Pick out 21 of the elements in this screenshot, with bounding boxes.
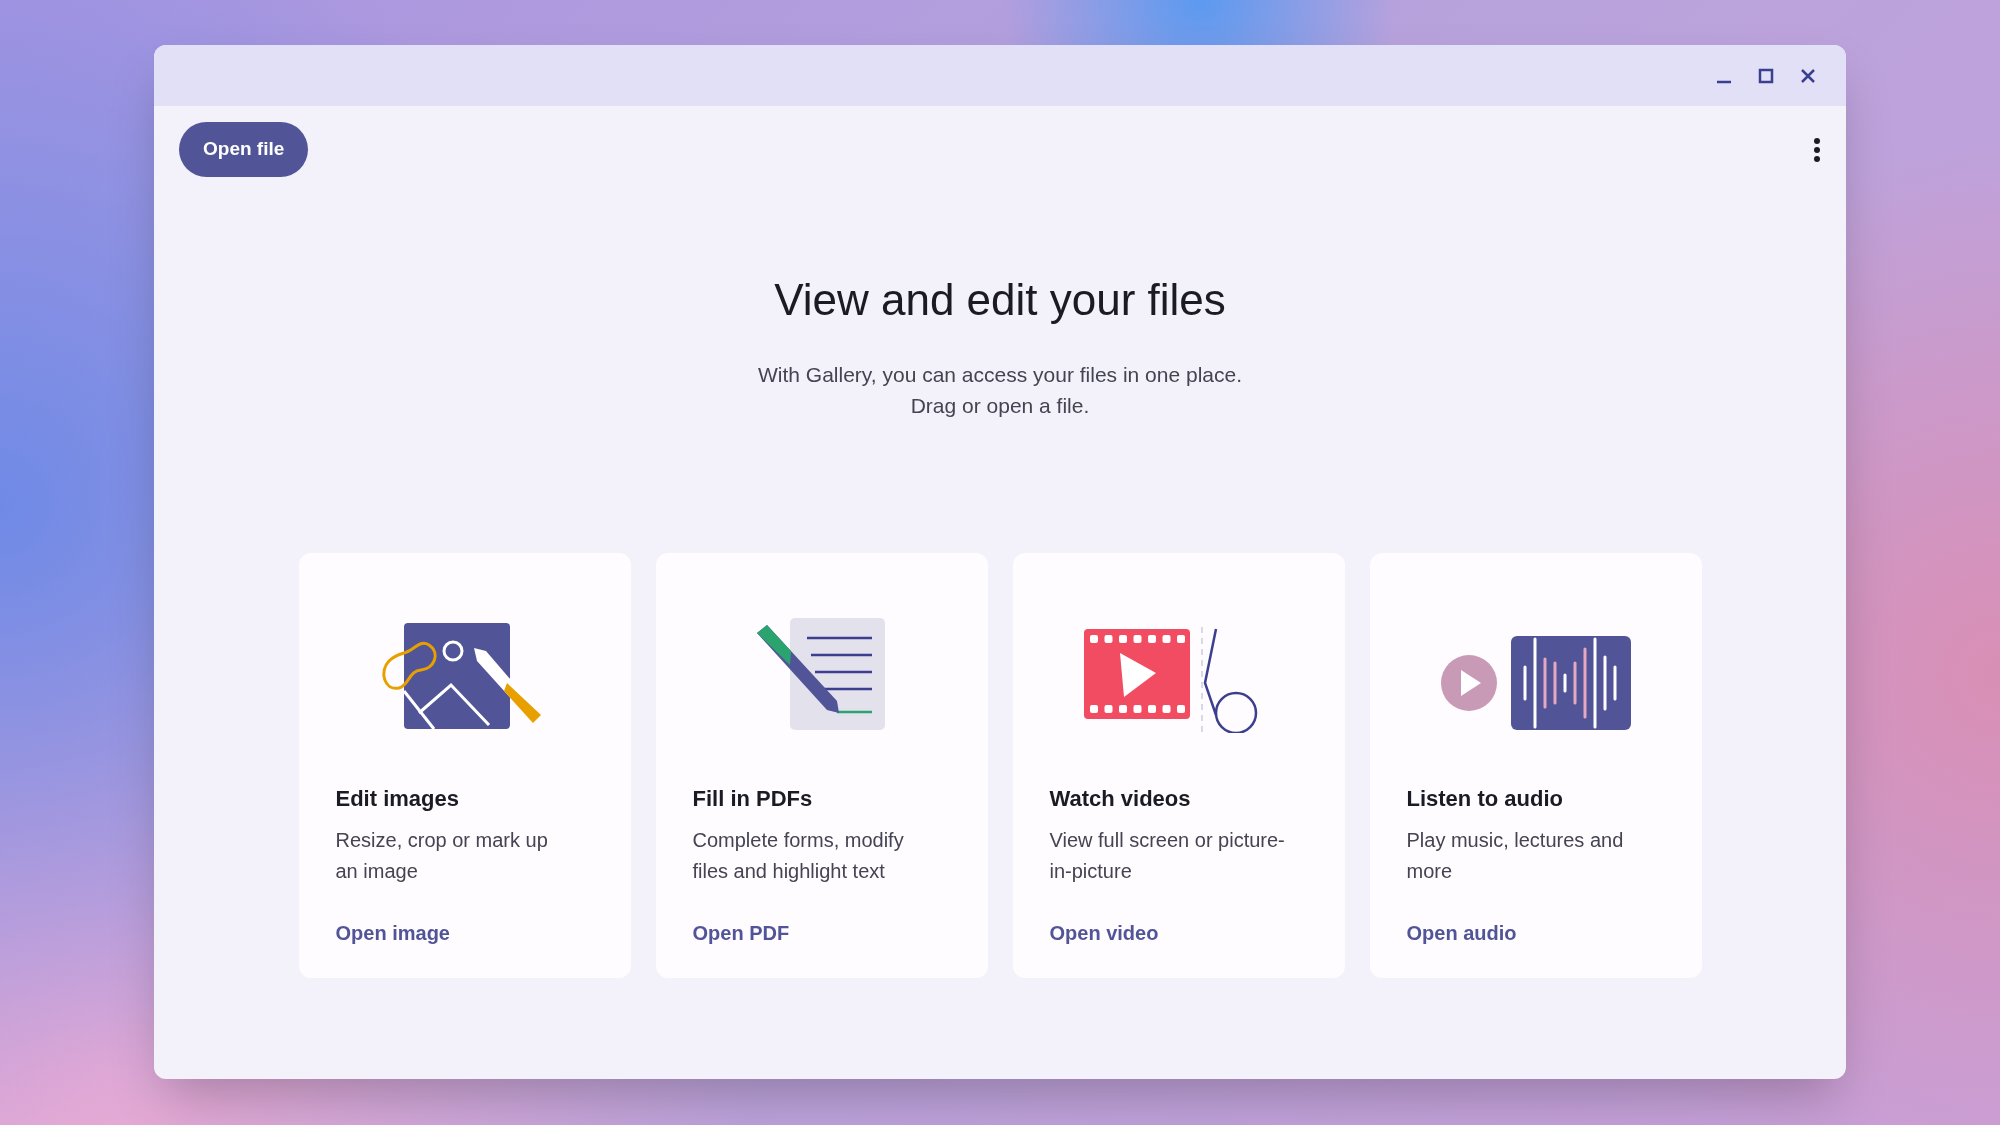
subtitle-text: Drag or open a file.	[910, 393, 1090, 419]
open-file-button[interactable]: Open file	[179, 122, 309, 177]
audio-waveform-icon	[1440, 633, 1631, 733]
page-title: View and edit your files	[774, 274, 1226, 326]
card-link[interactable]: Open video	[1049, 918, 1159, 948]
more-options-icon[interactable]	[1813, 136, 1821, 163]
card-link[interactable]: Open PDF	[692, 918, 790, 948]
subtitle-text: With Gallery, you can access your files in one place.	[758, 362, 1242, 388]
card-link[interactable]: Open audio	[1406, 918, 1517, 948]
card-title: Edit images	[335, 785, 460, 813]
maximize-icon[interactable]	[1758, 67, 1774, 84]
card-title: Listen to audio	[1406, 785, 1564, 813]
document-pen-icon	[756, 618, 887, 733]
card-description: View full screen or picture-in-picture	[1049, 828, 1286, 884]
close-icon[interactable]	[1800, 67, 1816, 84]
card-description: Complete forms, modify files and highlight text	[692, 828, 905, 884]
card-title: Watch videos	[1049, 785, 1192, 813]
card-description: Resize, crop or mark up an image	[335, 828, 549, 884]
card-description: Play music, lectures and more	[1406, 828, 1625, 884]
card-link[interactable]: Open image	[335, 918, 450, 948]
card-title: Fill in PDFs	[692, 785, 814, 813]
